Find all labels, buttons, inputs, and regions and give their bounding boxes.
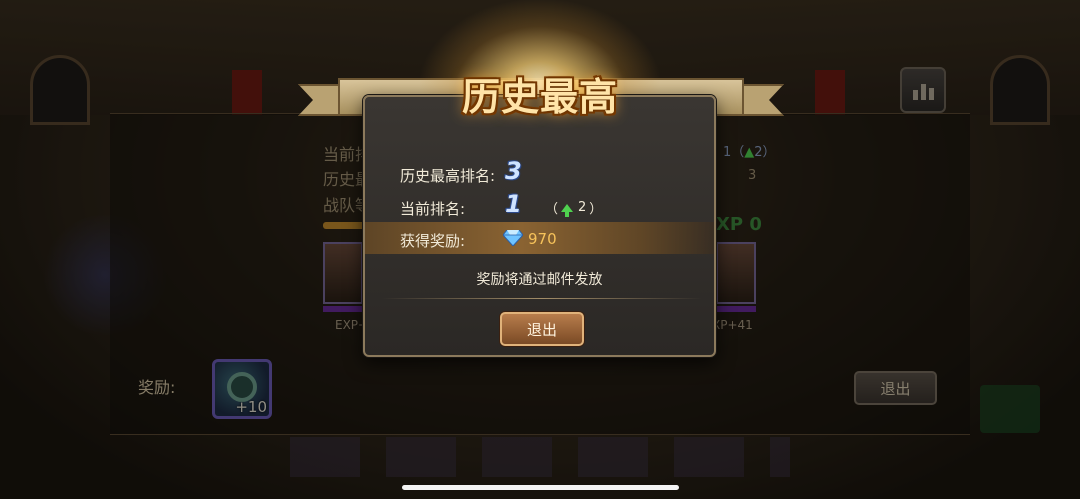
best-rank-label: 历史最高排名:	[400, 167, 496, 185]
exit-button[interactable]: 退出	[500, 312, 584, 346]
rank-change-close: ）	[589, 202, 603, 217]
current-rank-label: 当前排名:	[400, 200, 466, 218]
best-rank-value: 3	[505, 157, 522, 185]
diamond-icon	[503, 230, 523, 246]
divider	[382, 298, 702, 299]
home-indicator[interactable]	[402, 485, 679, 490]
mail-note: 奖励将通过邮件发放	[476, 272, 603, 288]
rank-change-value: 2	[578, 200, 587, 215]
rank-change-open: （	[545, 202, 559, 217]
reward-amount: 970	[528, 230, 557, 248]
dialog-title: 历史最高	[461, 75, 618, 119]
current-rank-value: 1	[505, 190, 522, 218]
reward-label: 获得奖励:	[400, 232, 466, 250]
rank-change: （ 2 ）	[545, 198, 602, 217]
best-rank-dialog: 历史最高排名: 3 当前排名: 1 （ 2 ） 获得奖励: 970 奖励将通过邮…	[363, 95, 716, 357]
arrow-up-icon	[561, 203, 574, 217]
